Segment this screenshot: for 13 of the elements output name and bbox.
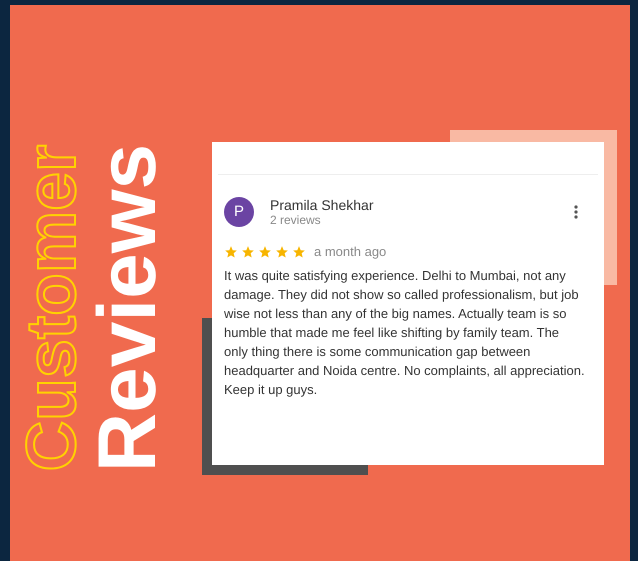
- review-time: a month ago: [314, 243, 386, 261]
- title-word: Reviews: [87, 143, 169, 472]
- reviewer-name: Pramila Shekhar: [270, 197, 374, 213]
- star-icon: [292, 244, 306, 259]
- title-word: Customer: [16, 144, 86, 471]
- more-options-icon[interactable]: [574, 205, 578, 219]
- review-count: 2 reviews: [270, 213, 322, 227]
- star-icon: [275, 244, 289, 259]
- star-icon: [224, 244, 238, 259]
- review-text: It was quite satisfying experience. Delhi to Mumbai, not any damage. They did not show so called professionalism, but job wise not less than any of the big names. Actually team is so humble that made me feel like shifting by family team. The only thing there is some communication gap between headquarter and Noida centre. No complaints, all appreciation. Keep it up guys.: [223, 266, 586, 398]
- star-icon: [258, 244, 272, 259]
- star-icon: [241, 244, 255, 259]
- avatar: P: [224, 197, 254, 227]
